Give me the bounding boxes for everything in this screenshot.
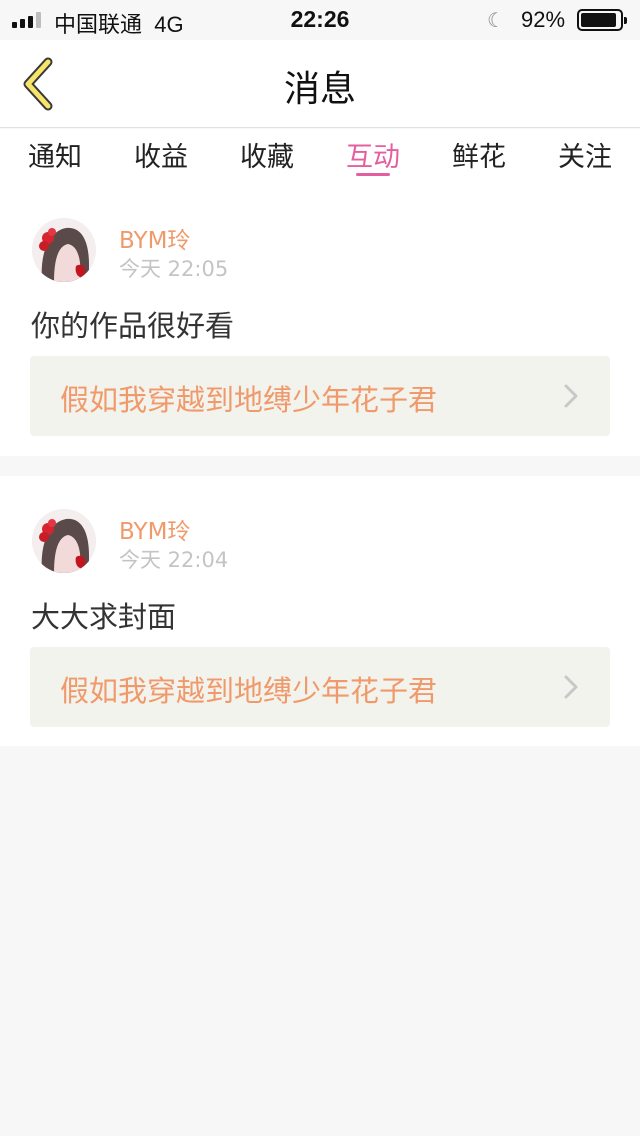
battery-icon bbox=[577, 9, 627, 31]
message-card: BYM玲 今天 22:05 你的作品很好看 假如我穿越到地缚少年花子君 bbox=[0, 183, 640, 456]
status-bar: 中国联通 4G 22:26 ☾ 92% bbox=[0, 0, 640, 40]
do-not-disturb-icon: ☾ bbox=[487, 10, 505, 32]
nav-header: 消息 bbox=[0, 40, 640, 128]
page-title: 消息 bbox=[283, 69, 356, 110]
tab-notifications[interactable]: 通知 bbox=[26, 135, 84, 179]
chevron-right-icon bbox=[564, 384, 578, 408]
tab-bar: 通知 收益 收藏 互动 鲜花 关注 bbox=[0, 129, 640, 183]
avatar[interactable] bbox=[32, 509, 96, 573]
avatar[interactable] bbox=[32, 218, 96, 282]
tab-following[interactable]: 关注 bbox=[556, 135, 614, 179]
message-card: BYM玲 今天 22:04 大大求封面 假如我穿越到地缚少年花子君 bbox=[0, 476, 640, 746]
active-tab-indicator bbox=[356, 173, 390, 176]
tab-favorites[interactable]: 收藏 bbox=[238, 135, 296, 179]
username[interactable]: BYM玲 bbox=[119, 221, 190, 255]
message-text: 大大求封面 bbox=[31, 600, 177, 634]
chevron-right-icon bbox=[564, 675, 578, 699]
username[interactable]: BYM玲 bbox=[119, 512, 190, 546]
work-title: 假如我穿越到地缚少年花子君 bbox=[60, 383, 438, 417]
tab-earnings[interactable]: 收益 bbox=[132, 135, 190, 179]
message-text: 你的作品很好看 bbox=[31, 309, 235, 343]
battery-percent: 92% bbox=[521, 7, 566, 32]
timestamp: 今天 22:05 bbox=[119, 257, 229, 281]
work-link[interactable]: 假如我穿越到地缚少年花子君 bbox=[30, 356, 610, 436]
work-title: 假如我穿越到地缚少年花子君 bbox=[60, 674, 438, 708]
work-link[interactable]: 假如我穿越到地缚少年花子君 bbox=[30, 647, 610, 727]
tab-flowers[interactable]: 鲜花 bbox=[450, 135, 508, 179]
timestamp: 今天 22:04 bbox=[119, 548, 229, 572]
